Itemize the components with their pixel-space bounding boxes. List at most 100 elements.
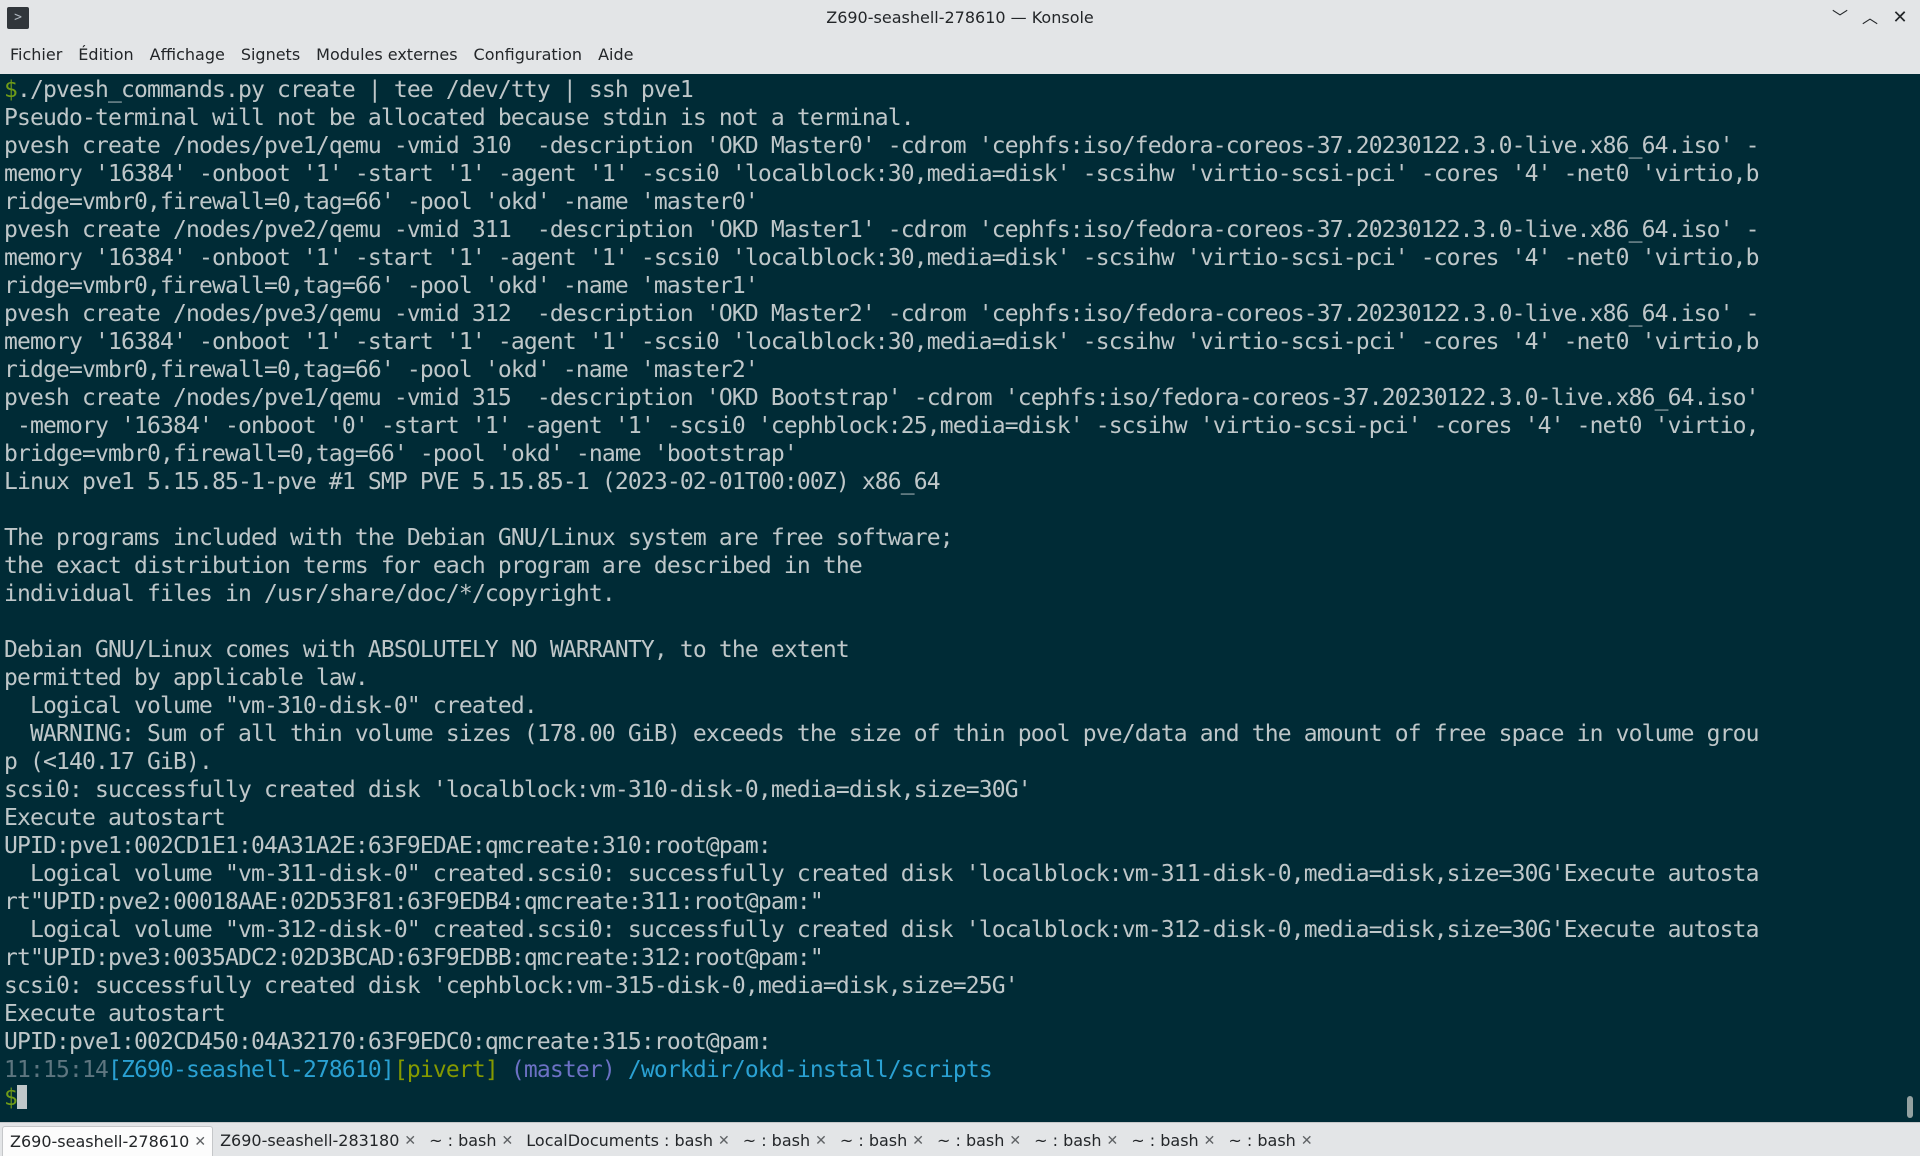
terminal-cursor: [17, 1085, 27, 1109]
terminal-line: Execute autostart: [4, 804, 1904, 832]
tab-label: ~ : bash: [936, 1131, 1005, 1150]
terminal-text-segment: rt"UPID:pve2:00018AAE:02D53F81:63F9EDB4:…: [4, 889, 824, 915]
terminal-text-segment: ./pvesh_commands.py create | tee /dev/tt…: [17, 77, 694, 103]
tab-label: ~ : bash: [429, 1131, 497, 1150]
terminal-text-segment: Logical volume "vm-310-disk-0" created.: [4, 693, 538, 719]
tab-label: ~ : bash: [1131, 1131, 1199, 1150]
terminal-text-segment: [pivert]: [393, 1057, 499, 1083]
menu-signets[interactable]: Signets: [233, 40, 308, 70]
minimize-icon[interactable]: ﹀: [1828, 6, 1852, 30]
terminal-text-segment: Linux pve1 5.15.85-1-pve #1 SMP PVE 5.15…: [4, 469, 941, 495]
terminal-line: the exact distribution terms for each pr…: [4, 552, 1904, 580]
tab-close-icon[interactable]: ✕: [1204, 1127, 1216, 1155]
terminal-line: Logical volume "vm-312-disk-0" created.s…: [4, 916, 1904, 944]
menu-bar: Fichier Édition Affichage Signets Module…: [0, 36, 1920, 74]
terminal-line: The programs included with the Debian GN…: [4, 524, 1904, 552]
terminal-text-segment: permitted by applicable law.: [4, 665, 369, 691]
terminal-text-segment: bridge=vmbr0,firewall=0,tag=66' -pool 'o…: [4, 441, 798, 467]
menu-aide[interactable]: Aide: [590, 40, 641, 70]
session-tab[interactable]: Z690-seashell-278610 ✕: [2, 1126, 214, 1156]
terminal-line: individual files in /usr/share/doc/*/cop…: [4, 580, 1904, 608]
window-title: Z690-seashell-278610 — Konsole: [826, 8, 1094, 27]
menu-modules-externes[interactable]: Modules externes: [308, 40, 465, 70]
terminal-text-segment: memory '16384' -onboot '1' -start '1' -a…: [4, 161, 1759, 187]
konsole-app-icon[interactable]: >: [7, 7, 29, 29]
terminal-text-segment: p (<140.17 GiB).: [4, 749, 213, 775]
terminal-text-segment: Debian GNU/Linux comes with ABSOLUTELY N…: [4, 637, 850, 663]
terminal-line: memory '16384' -onboot '1' -start '1' -a…: [4, 160, 1904, 188]
menu-configuration[interactable]: Configuration: [466, 40, 591, 70]
terminal-line: permitted by applicable law.: [4, 664, 1904, 692]
terminal-output: $ ./pvesh_commands.py create | tee /dev/t…: [4, 76, 1904, 1112]
terminal-line: scsi0: successfully created disk 'cephbl…: [4, 972, 1904, 1000]
window-titlebar[interactable]: > Z690-seashell-278610 — Konsole ﹀ ︿ ✕: [0, 0, 1920, 36]
tab-label: ~ : bash: [1034, 1131, 1102, 1150]
tab-close-icon[interactable]: ✕: [502, 1127, 514, 1155]
terminal-line: rt"UPID:pve2:00018AAE:02D53F81:63F9EDB4:…: [4, 888, 1904, 916]
terminal-text-segment: Logical volume "vm-312-disk-0" created.s…: [4, 917, 1759, 943]
terminal-text-segment: individual files in /usr/share/doc/*/cop…: [4, 581, 616, 607]
tab-close-icon[interactable]: ✕: [194, 1128, 206, 1156]
terminal-text-segment: pvesh create /nodes/pve1/qemu -vmid 310 …: [4, 133, 1759, 159]
terminal-text-segment: ridge=vmbr0,firewall=0,tag=66' -pool 'ok…: [4, 357, 759, 383]
menu-fichier[interactable]: Fichier: [2, 40, 70, 70]
menu-affichage[interactable]: Affichage: [142, 40, 233, 70]
terminal-text-segment: pvesh create /nodes/pve2/qemu -vmid 311 …: [4, 217, 1759, 243]
terminal-text-segment: -memory '16384' -onboot '0' -start '1' -…: [4, 413, 1759, 439]
menu-edition[interactable]: Édition: [70, 40, 141, 70]
terminal-text-segment: WARNING: Sum of all thin volume sizes (1…: [4, 721, 1759, 747]
terminal-text-segment: Pseudo-terminal will not be allocated be…: [4, 105, 915, 131]
tab-label: ~ : bash: [742, 1131, 811, 1150]
tab-close-icon[interactable]: ✕: [404, 1127, 416, 1155]
terminal-text-segment: ridge=vmbr0,firewall=0,tag=66' -pool 'ok…: [4, 273, 759, 299]
terminal-line: pvesh create /nodes/pve1/qemu -vmid 315 …: [4, 384, 1904, 412]
terminal-line: $: [4, 1084, 1904, 1112]
terminal-line: -memory '16384' -onboot '0' -start '1' -…: [4, 412, 1904, 440]
session-tab[interactable]: LocalDocuments : bash ✕: [519, 1126, 735, 1156]
terminal-line: Execute autostart: [4, 1000, 1904, 1028]
terminal-text-segment: The programs included with the Debian GN…: [4, 525, 954, 551]
close-icon[interactable]: ✕: [1888, 6, 1912, 30]
terminal-text-segment: pvesh create /nodes/pve3/qemu -vmid 312 …: [4, 301, 1759, 327]
terminal-text-segment: Logical volume "vm-311-disk-0" created.s…: [4, 861, 1759, 887]
terminal-line: Logical volume "vm-310-disk-0" created.: [4, 692, 1904, 720]
terminal-text-segment: memory '16384' -onboot '1' -start '1' -a…: [4, 245, 1759, 271]
scrollbar-thumb[interactable]: [1907, 1096, 1913, 1118]
tab-close-icon[interactable]: ✕: [1009, 1127, 1021, 1155]
tab-label: LocalDocuments : bash: [526, 1131, 713, 1150]
terminal-line: memory '16384' -onboot '1' -start '1' -a…: [4, 244, 1904, 272]
terminal-text-segment: ridge=vmbr0,firewall=0,tag=66' -pool 'ok…: [4, 189, 759, 215]
tab-close-icon[interactable]: ✕: [1107, 1127, 1119, 1155]
session-tab[interactable]: ~ : bash ✕: [930, 1126, 1027, 1156]
tab-close-icon[interactable]: ✕: [912, 1127, 924, 1155]
tab-close-icon[interactable]: ✕: [718, 1127, 730, 1155]
terminal-line: pvesh create /nodes/pve2/qemu -vmid 311 …: [4, 216, 1904, 244]
terminal-line: Linux pve1 5.15.85-1-pve #1 SMP PVE 5.15…: [4, 468, 1904, 496]
terminal-text-segment: (master): [497, 1057, 616, 1083]
session-tab[interactable]: ~ : bash ✕: [1221, 1126, 1318, 1156]
session-tab[interactable]: ~ : bash ✕: [1124, 1126, 1221, 1156]
terminal-text-segment: pvesh create /nodes/pve1/qemu -vmid 315 …: [4, 385, 1759, 411]
tab-label: ~ : bash: [1228, 1131, 1296, 1150]
terminal-line: $./pvesh_commands.py create | tee /dev/t…: [4, 76, 1904, 104]
session-tab[interactable]: Z690-seashell-283180 ✕: [213, 1126, 422, 1156]
session-tab[interactable]: ~ : bash ✕: [422, 1126, 519, 1156]
terminal-line: pvesh create /nodes/pve3/qemu -vmid 312 …: [4, 300, 1904, 328]
session-tab[interactable]: ~ : bash ✕: [1027, 1126, 1124, 1156]
tab-label: ~ : bash: [839, 1131, 908, 1150]
terminal-view[interactable]: $ ./pvesh_commands.py create | tee /dev/t…: [0, 74, 1920, 1122]
terminal-line: Logical volume "vm-311-disk-0" created.s…: [4, 860, 1904, 888]
tab-label: Z690-seashell-283180: [220, 1131, 400, 1150]
terminal-line: memory '16384' -onboot '1' -start '1' -a…: [4, 328, 1904, 356]
terminal-text-segment: scsi0: successfully created disk 'localb…: [4, 777, 1032, 803]
session-tab[interactable]: ~ : bash ✕: [833, 1126, 930, 1156]
tab-close-icon[interactable]: ✕: [1301, 1127, 1313, 1155]
terminal-line: Debian GNU/Linux comes with ABSOLUTELY N…: [4, 636, 1904, 664]
maximize-icon[interactable]: ︿: [1858, 6, 1882, 30]
terminal-text-segment: UPID:pve1:002CD1E1:04A31A2E:63F9EDAE:qmc…: [4, 833, 772, 859]
session-tab[interactable]: ~ : bash ✕: [736, 1126, 833, 1156]
terminal-scrollbar[interactable]: [1900, 74, 1920, 1122]
terminal-text-segment: the exact distribution terms for each pr…: [4, 553, 863, 579]
tab-close-icon[interactable]: ✕: [815, 1127, 827, 1155]
